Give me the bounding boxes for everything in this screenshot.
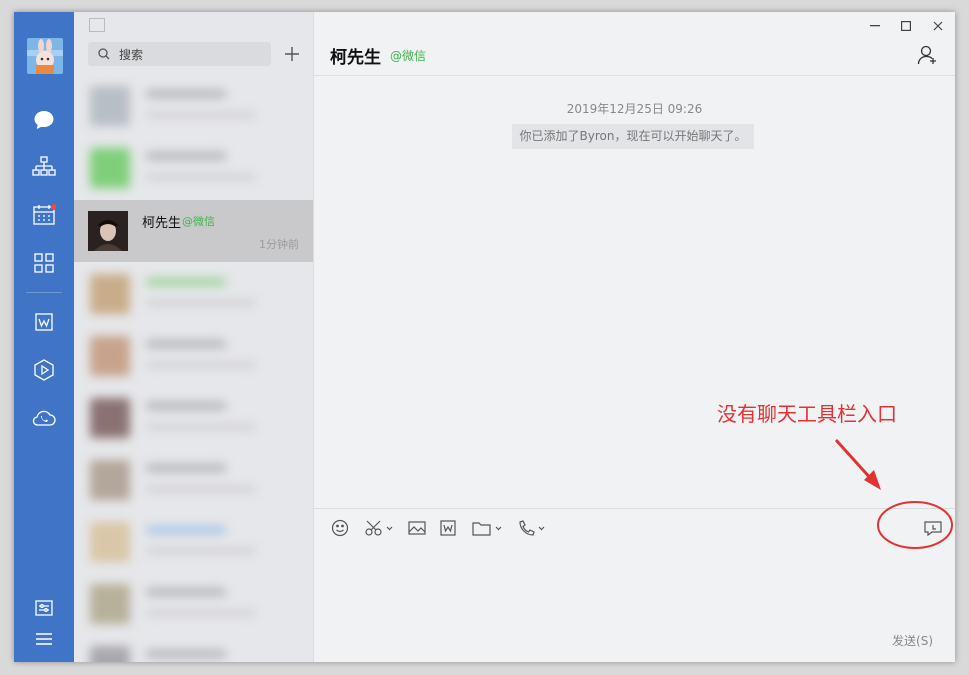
annotation-overlay [834,438,953,549]
annotation-arrow [834,438,874,482]
annotation-circle [877,501,953,549]
